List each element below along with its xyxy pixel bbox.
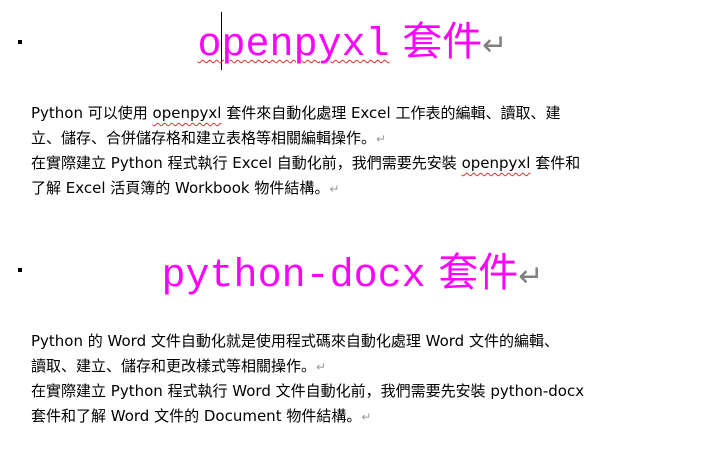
heading-1-zh: 套件 — [389, 19, 483, 65]
heading-2-zh: 套件 — [425, 250, 519, 296]
paragraph-mark-icon: ↵ — [482, 28, 508, 63]
text-line: 在實際建立 Python 程式執行 Word 文件自動化前，我們需要先安裝 py… — [31, 382, 585, 400]
text-line: Python 的 Word 文件自動化就是使用程式碼來自動化處理 Word 文件… — [31, 332, 559, 350]
line-break-icon: ↵ — [316, 360, 327, 374]
paragraph-mark-icon: ↵ — [518, 259, 544, 294]
text-line: 套件和了解 Word 文件的 Document 物件結構。↵ — [31, 407, 372, 425]
heading-openpyxl[interactable]: openpyxl 套件↵ — [0, 20, 705, 68]
text-line: 立、儲存、合併儲存格和建立表格等相關編輯操作。↵ — [31, 129, 387, 147]
line-break-icon: ↵ — [361, 410, 372, 424]
line-break-icon: ↵ — [376, 132, 387, 146]
text-line: Python 可以使用 openpyxl 套件來自動化處理 Excel 工作表的… — [31, 104, 561, 122]
text-line: 了解 Excel 活頁簿的 Workbook 物件結構。↵ — [31, 179, 340, 197]
heading-1-en: openpyxl — [197, 23, 390, 68]
paragraph-openpyxl[interactable]: Python 可以使用 openpyxl 套件來自動化處理 Excel 工作表的… — [31, 101, 696, 201]
line-break-icon: ↵ — [329, 182, 340, 196]
text-line: 在實際建立 Python 程式執行 Excel 自動化前，我們需要先安裝 ope… — [31, 154, 581, 172]
paragraph-python-docx[interactable]: Python 的 Word 文件自動化就是使用程式碼來自動化處理 Word 文件… — [31, 329, 696, 429]
heading-python-docx[interactable]: python-docx 套件↵ — [0, 251, 705, 299]
text-line: 讀取、建立、儲存和更改樣式等相關操作。↵ — [31, 357, 327, 375]
document-page[interactable]: openpyxl 套件↵ Python 可以使用 openpyxl 套件來自動化… — [0, 0, 705, 453]
heading-2-en: python-docx — [161, 254, 426, 299]
